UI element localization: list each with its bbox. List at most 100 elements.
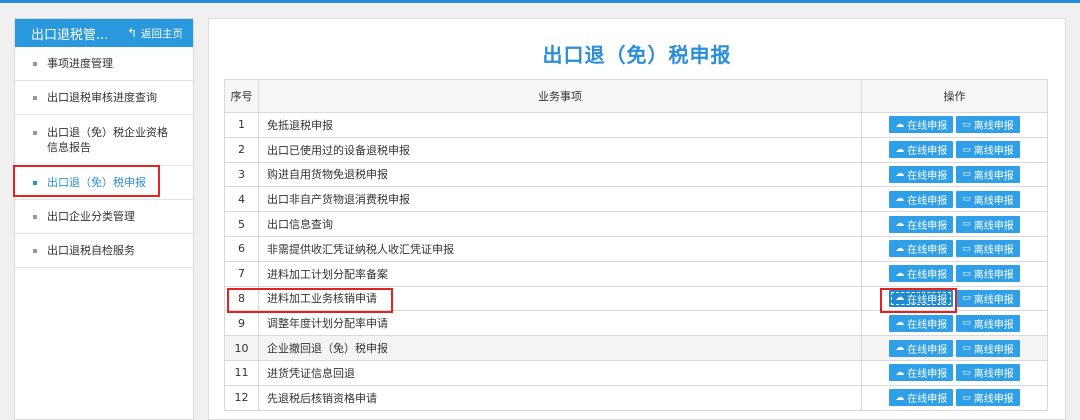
row-index: 5: [224, 211, 259, 237]
cloud-upload-icon: ☁: [895, 169, 905, 180]
table-row: 11 进货凭证信息回退 ☁ 在线申报 ▭ 离线申报: [224, 359, 1048, 386]
online-declare-label: 在线申报: [907, 195, 948, 207]
online-declare-button[interactable]: ☁ 在线申报: [889, 314, 954, 332]
online-declare-button[interactable]: ☁ 在线申报: [889, 240, 954, 258]
monitor-icon: ▭: [962, 194, 971, 205]
offline-declare-button[interactable]: ▭ 离线申报: [956, 339, 1020, 357]
row-item-name: 调整年度计划分配率申请: [258, 310, 862, 337]
row-index: 10: [224, 335, 259, 361]
row-item-name: 出口信息查询: [258, 211, 862, 237]
online-declare-label: 在线申报: [907, 220, 948, 232]
sidebar-item-self-check[interactable]: 出口退税自检服务: [15, 234, 193, 268]
row-actions: ☁ 在线申报 ▭ 离线申报: [861, 335, 1048, 361]
online-declare-button[interactable]: ☁ 在线申报: [889, 165, 954, 183]
offline-declare-button[interactable]: ▭ 离线申报: [956, 215, 1020, 233]
table-row: 5 出口信息查询 ☁ 在线申报 ▭ 离线申报: [224, 211, 1048, 237]
cloud-upload-icon: ☁: [895, 119, 905, 130]
sidebar-item-qualification[interactable]: 出口退（免）税企业资格信息报告: [15, 115, 193, 166]
offline-declare-button[interactable]: ▭ 离线申报: [956, 190, 1020, 208]
highlight-box-sidebar: [13, 165, 160, 197]
monitor-icon: ▭: [962, 293, 971, 304]
offline-declare-label: 离线申报: [973, 294, 1014, 306]
bullet-icon: [33, 249, 37, 253]
row-item-name: 出口非自产货物退消费税申报: [258, 186, 862, 213]
cloud-upload-icon: ☁: [895, 144, 905, 155]
online-declare-label: 在线申报: [907, 245, 948, 257]
bullet-icon: [33, 96, 37, 100]
offline-declare-button[interactable]: ▭ 离线申报: [956, 289, 1020, 307]
offline-declare-label: 离线申报: [973, 344, 1014, 356]
row-item-name: 企业撤回退（免）税申报: [258, 335, 862, 361]
offline-declare-label: 离线申报: [973, 220, 1014, 232]
online-declare-button[interactable]: ☁ 在线申报: [889, 364, 954, 382]
online-declare-button[interactable]: ☁ 在线申报: [889, 215, 954, 233]
table-row: 4 出口非自产货物退消费税申报 ☁ 在线申报 ▭ 离线申报: [224, 186, 1048, 213]
sidebar-title: 出口退税管...: [31, 27, 109, 43]
offline-declare-button[interactable]: ▭ 离线申报: [956, 240, 1020, 258]
sidebar-item-label: 出口退税审核进度查询: [47, 91, 157, 104]
highlight-box-row: [227, 288, 393, 313]
row-index: 11: [224, 359, 259, 386]
row-item-name: 出口已使用过的设备退税申报: [258, 136, 862, 163]
column-header-index: 序号: [224, 79, 259, 113]
sidebar-item-label: 出口退（免）税企业资格信息报告: [47, 126, 168, 154]
cloud-upload-icon: ☁: [895, 194, 905, 205]
return-home-label: 返回主页: [141, 27, 183, 40]
cloud-upload-icon: ☁: [895, 343, 905, 354]
offline-declare-button[interactable]: ▭ 离线申报: [956, 265, 1020, 283]
sidebar-item-progress[interactable]: 事项进度管理: [15, 47, 193, 81]
online-declare-button[interactable]: ☁ 在线申报: [889, 339, 954, 357]
offline-declare-button[interactable]: ▭ 离线申报: [956, 116, 1020, 134]
monitor-icon: ▭: [962, 367, 971, 378]
column-header-item: 业务事项: [258, 79, 862, 113]
monitor-icon: ▭: [962, 169, 971, 180]
online-declare-label: 在线申报: [907, 146, 948, 158]
offline-declare-button[interactable]: ▭ 离线申报: [956, 364, 1020, 382]
cloud-upload-icon: ☁: [895, 219, 905, 230]
offline-declare-label: 离线申报: [973, 369, 1014, 381]
sidebar-item-label: 出口企业分类管理: [47, 210, 135, 223]
row-actions: ☁ 在线申报 ▭ 离线申报: [861, 136, 1048, 163]
online-declare-button[interactable]: ☁ 在线申报: [889, 141, 954, 159]
table-row: 2 出口已使用过的设备退税申报 ☁ 在线申报 ▭ 离线申报: [224, 136, 1048, 163]
row-actions: ☁ 在线申报 ▭ 离线申报: [861, 310, 1048, 337]
cloud-upload-icon: ☁: [895, 268, 905, 279]
row-index: 6: [224, 235, 259, 262]
online-declare-button[interactable]: ☁ 在线申报: [889, 116, 954, 134]
table-row: 3 购进自用货物免退税申报 ☁ 在线申报 ▭ 离线申报: [224, 161, 1048, 188]
row-actions: ☁ 在线申报 ▭ 离线申报: [861, 186, 1048, 213]
row-item-name: 非需提供收汇凭证纳税人收汇凭证申报: [258, 235, 862, 262]
offline-declare-button[interactable]: ▭ 离线申报: [956, 165, 1020, 183]
offline-declare-label: 离线申报: [973, 319, 1014, 331]
row-actions: ☁ 在线申报 ▭ 离线申报: [861, 260, 1048, 287]
online-declare-button[interactable]: ☁ 在线申报: [889, 389, 954, 407]
sidebar-item-label: 出口退税自检服务: [47, 244, 135, 257]
offline-declare-button[interactable]: ▭ 离线申报: [956, 141, 1020, 159]
offline-declare-button[interactable]: ▭ 离线申报: [956, 314, 1020, 332]
row-item-name: 先退税后核销资格申请: [258, 384, 862, 411]
row-item-name: 进料加工计划分配率备案: [258, 260, 862, 287]
online-declare-button[interactable]: ☁ 在线申报: [889, 190, 954, 208]
online-declare-button[interactable]: ☁ 在线申报: [889, 265, 954, 283]
sidebar-item-audit-query[interactable]: 出口退税审核进度查询: [15, 81, 193, 115]
table-row: 9 调整年度计划分配率申请 ☁ 在线申报 ▭ 离线申报: [224, 310, 1048, 337]
top-accent-line: [0, 0, 1080, 3]
offline-declare-button[interactable]: ▭ 离线申报: [956, 389, 1020, 407]
online-declare-label: 在线申报: [907, 394, 948, 406]
row-item-name: 免抵退税申报: [258, 112, 862, 138]
offline-declare-label: 离线申报: [973, 146, 1014, 158]
bullet-icon: [33, 215, 37, 219]
highlight-box-button: [880, 288, 957, 313]
online-declare-label: 在线申报: [907, 270, 948, 282]
row-index: 2: [224, 136, 259, 163]
row-actions: ☁ 在线申报 ▭ 离线申报: [861, 235, 1048, 262]
table-row: 12 先退税后核销资格申请 ☁ 在线申报 ▭ 离线申报: [224, 384, 1048, 411]
row-index: 4: [224, 186, 259, 213]
sidebar-item-classification[interactable]: 出口企业分类管理: [15, 200, 193, 234]
monitor-icon: ▭: [962, 243, 971, 254]
monitor-icon: ▭: [962, 392, 971, 403]
monitor-icon: ▭: [962, 268, 971, 279]
row-index: 1: [224, 112, 259, 138]
return-home-link[interactable]: ↰ 返回主页: [127, 26, 183, 41]
offline-declare-label: 离线申报: [973, 121, 1014, 133]
